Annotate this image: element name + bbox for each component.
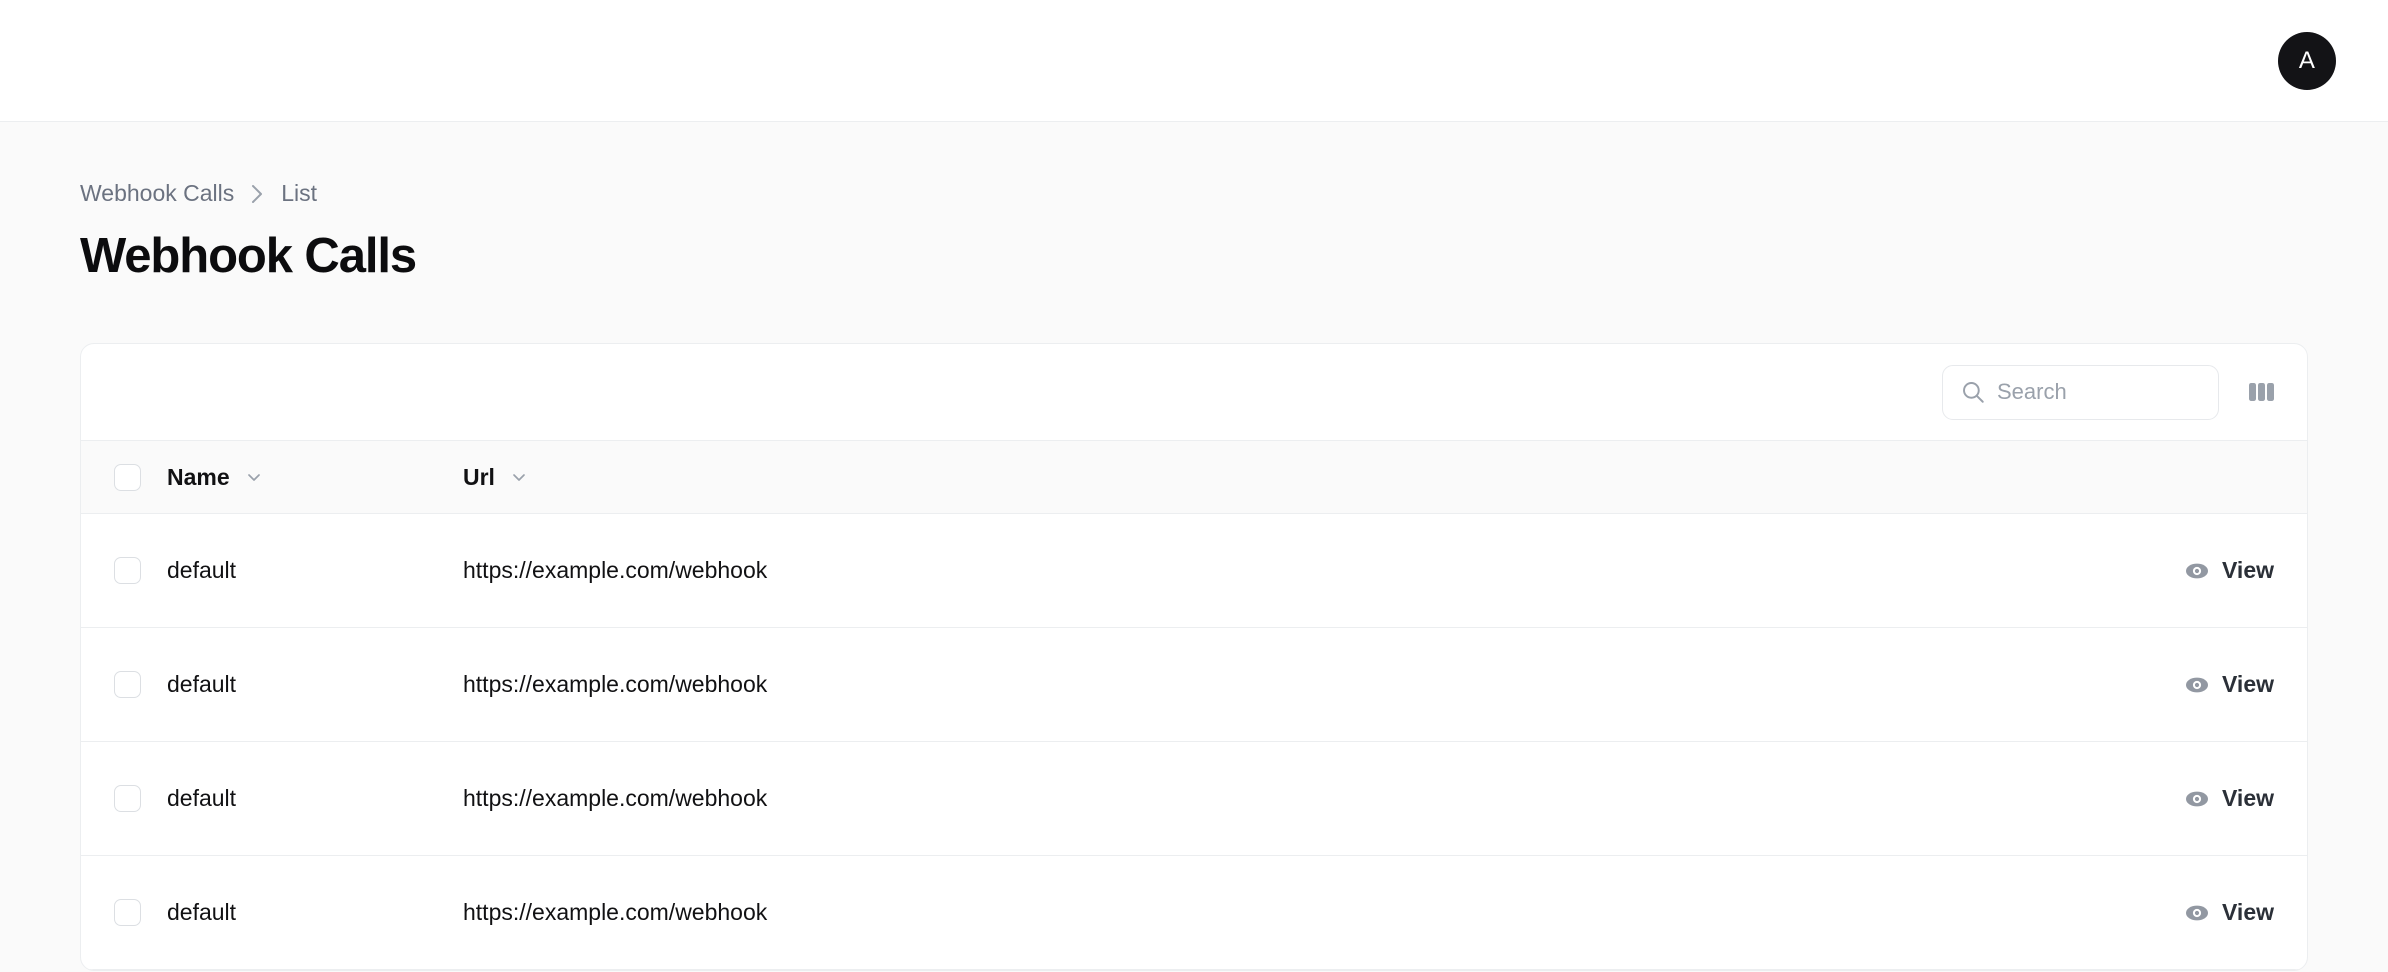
row-select-cell	[81, 514, 167, 628]
cell-url-text: https://example.com/webhook	[463, 557, 767, 583]
row-checkbox[interactable]	[114, 899, 141, 926]
eye-icon	[2184, 675, 2210, 695]
cell-url-text: https://example.com/webhook	[463, 899, 767, 925]
table-row[interactable]: default https://example.com/webhook View	[81, 628, 2307, 742]
view-button-label: View	[2222, 899, 2274, 926]
cell-url: https://example.com/webhook	[463, 742, 2057, 856]
cell-url-text: https://example.com/webhook	[463, 785, 767, 811]
cell-url: https://example.com/webhook	[463, 628, 2057, 742]
view-button-label: View	[2222, 671, 2274, 698]
cell-actions: View	[2057, 742, 2307, 856]
breadcrumb-item-list[interactable]: List	[281, 180, 317, 207]
webhook-calls-table-card: Name Url	[80, 343, 2308, 971]
cell-name-text: default	[167, 899, 236, 925]
cell-url: https://example.com/webhook	[463, 514, 2057, 628]
table-row[interactable]: default https://example.com/webhook View	[81, 856, 2307, 970]
page-content: Webhook Calls List Webhook Calls	[0, 122, 2388, 971]
webhook-calls-table: Name Url	[81, 440, 2307, 970]
row-select-cell	[81, 628, 167, 742]
cell-url: https://example.com/webhook	[463, 856, 2057, 970]
table-toolbar	[81, 344, 2307, 440]
cell-name-text: default	[167, 785, 236, 811]
column-header-name-label: Name	[167, 464, 230, 491]
view-button-label: View	[2222, 557, 2274, 584]
sort-url-button[interactable]: Url	[463, 464, 529, 491]
eye-icon	[2184, 903, 2210, 923]
cell-name-text: default	[167, 671, 236, 697]
chevron-down-icon	[509, 467, 529, 487]
table-row[interactable]: default https://example.com/webhook View	[81, 514, 2307, 628]
search-field	[1942, 365, 2219, 420]
column-header-url-label: Url	[463, 464, 495, 491]
row-select-cell	[81, 856, 167, 970]
select-all-checkbox[interactable]	[114, 464, 141, 491]
table-body: default https://example.com/webhook View	[81, 514, 2307, 970]
cell-url-text: https://example.com/webhook	[463, 671, 767, 697]
view-button[interactable]: View	[2184, 899, 2274, 926]
cell-actions: View	[2057, 856, 2307, 970]
breadcrumb: Webhook Calls List	[80, 122, 2308, 207]
view-button[interactable]: View	[2184, 785, 2274, 812]
eye-icon	[2184, 561, 2210, 581]
eye-icon	[2184, 789, 2210, 809]
column-header-name: Name	[167, 441, 463, 514]
avatar-initial: A	[2299, 47, 2315, 75]
breadcrumb-item-webhook-calls[interactable]: Webhook Calls	[80, 180, 234, 207]
row-select-cell	[81, 742, 167, 856]
columns-icon[interactable]	[2241, 370, 2283, 414]
page-title: Webhook Calls	[80, 228, 2308, 284]
row-checkbox[interactable]	[114, 671, 141, 698]
chevron-right-icon	[250, 182, 265, 206]
column-header-url: Url	[463, 441, 2057, 514]
app-header: A	[0, 0, 2388, 122]
row-checkbox[interactable]	[114, 557, 141, 584]
cell-name: default	[167, 514, 463, 628]
sort-name-button[interactable]: Name	[167, 464, 264, 491]
cell-name: default	[167, 628, 463, 742]
cell-actions: View	[2057, 514, 2307, 628]
view-button[interactable]: View	[2184, 557, 2274, 584]
view-button[interactable]: View	[2184, 671, 2274, 698]
table-row[interactable]: default https://example.com/webhook View	[81, 742, 2307, 856]
row-checkbox[interactable]	[114, 785, 141, 812]
table-header: Name Url	[81, 441, 2307, 514]
table-header-row: Name Url	[81, 441, 2307, 514]
search-input[interactable]	[1942, 365, 2219, 420]
chevron-down-icon	[244, 467, 264, 487]
avatar[interactable]: A	[2278, 32, 2336, 90]
cell-name: default	[167, 742, 463, 856]
cell-actions: View	[2057, 628, 2307, 742]
view-button-label: View	[2222, 785, 2274, 812]
cell-name: default	[167, 856, 463, 970]
cell-name-text: default	[167, 557, 236, 583]
column-header-actions	[2057, 441, 2307, 514]
select-all-header-cell	[81, 441, 167, 514]
